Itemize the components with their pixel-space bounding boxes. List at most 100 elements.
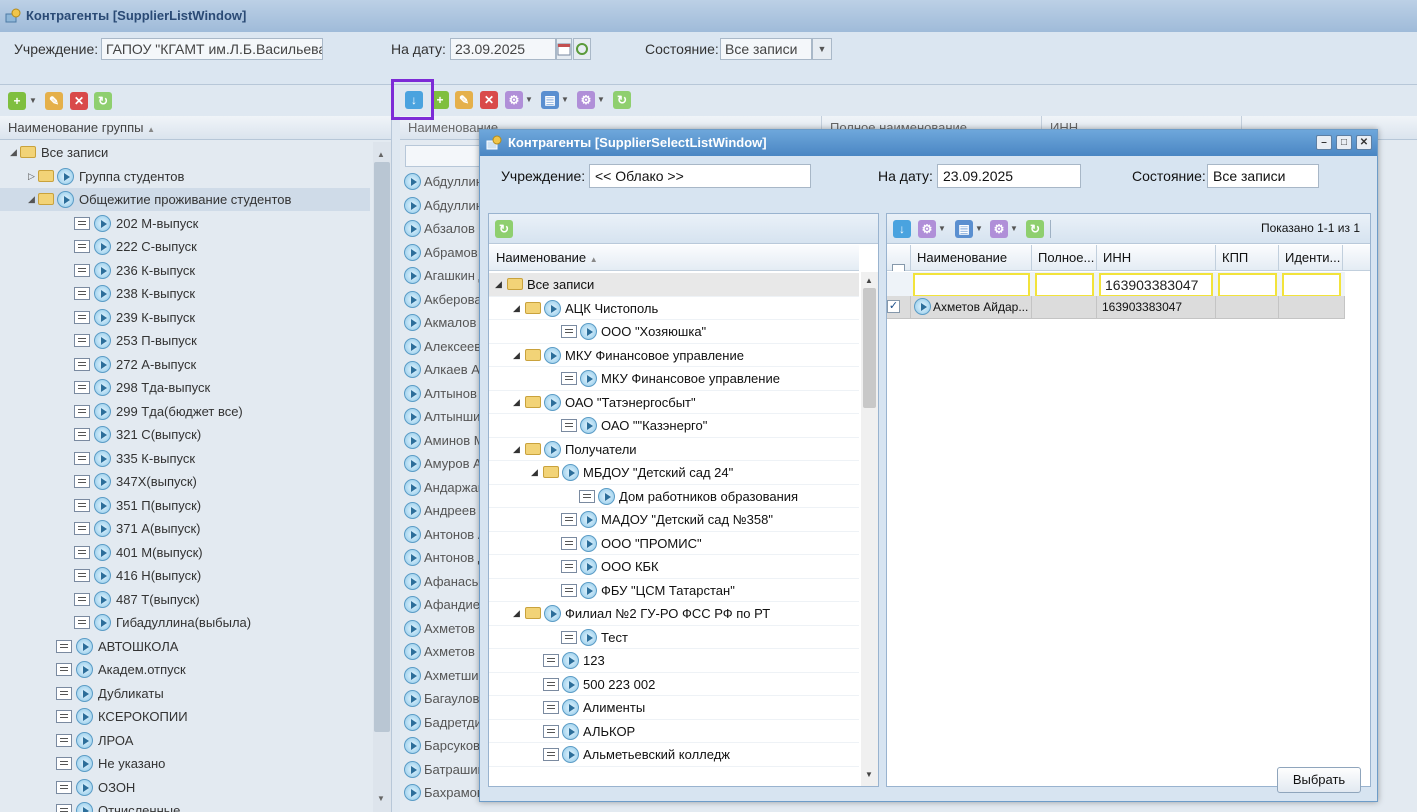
row-checkbox-checked-icon[interactable]: ✓ <box>887 300 900 313</box>
play-icon[interactable] <box>94 473 111 490</box>
play-icon[interactable] <box>544 440 561 458</box>
play-icon[interactable] <box>562 699 579 716</box>
tree-item[interactable]: 298 Тда-выпуск <box>0 376 370 399</box>
play-icon[interactable] <box>94 332 111 349</box>
collapse-arrow-icon[interactable]: ◢ <box>531 461 538 484</box>
tree-item[interactable]: Отчисленные <box>0 799 370 812</box>
dialog-actions-button[interactable]: ⚙ <box>918 220 936 238</box>
tree-item[interactable]: АЛЬКОР <box>489 720 859 743</box>
tree-item[interactable]: ◢ МКУ Финансовое управление <box>489 344 859 367</box>
tree-item[interactable]: 371 А(выпуск) <box>0 517 370 540</box>
play-icon[interactable] <box>404 361 421 378</box>
play-icon[interactable] <box>94 496 111 514</box>
play-icon[interactable] <box>562 722 579 740</box>
maximize-button[interactable]: □ <box>1336 135 1352 150</box>
dialog-tree-column-header[interactable]: Наименование ▲ <box>489 245 859 271</box>
play-icon[interactable] <box>404 243 421 261</box>
tree-item[interactable]: ◢ Общежитие проживание студентов <box>0 188 370 211</box>
play-icon[interactable] <box>404 502 421 519</box>
edit-supplier-button[interactable]: ✎ <box>455 91 473 109</box>
play-icon[interactable] <box>404 525 421 543</box>
tree-item[interactable]: 123 <box>489 649 859 673</box>
collapse-arrow-icon[interactable]: ◢ <box>513 438 520 461</box>
tree-item[interactable]: Алименты <box>489 696 859 720</box>
scroll-up-icon[interactable]: ▲ <box>377 150 385 159</box>
play-icon[interactable] <box>562 652 579 669</box>
tree-item[interactable]: 222 С-выпуск <box>0 235 370 258</box>
play-icon[interactable] <box>94 426 111 443</box>
tree-item[interactable]: ФБУ "ЦСМ Татарстан" <box>489 579 859 602</box>
tree-item[interactable]: ◢ МБДОУ "Детский сад 24" <box>489 461 859 485</box>
play-icon[interactable] <box>94 590 111 608</box>
fullname-filter-input[interactable] <box>1035 273 1094 297</box>
collapse-arrow-icon[interactable]: ◢ <box>513 344 520 367</box>
print-button[interactable]: ▤ <box>541 91 559 109</box>
collapse-arrow-icon[interactable]: ◢ <box>10 141 17 164</box>
tree-item[interactable]: 299 Тда(бюджет все) <box>0 400 370 423</box>
close-button[interactable]: ✕ <box>1356 135 1372 150</box>
play-icon[interactable] <box>404 173 421 190</box>
tree-item[interactable]: КСЕРОКОПИИ <box>0 705 370 728</box>
play-icon[interactable] <box>94 449 111 467</box>
play-icon[interactable] <box>404 220 421 237</box>
play-icon[interactable] <box>544 605 561 622</box>
calendar-button[interactable] <box>556 38 572 60</box>
tree-item[interactable]: Академ.отпуск <box>0 658 370 681</box>
delete-supplier-button[interactable]: ✕ <box>480 91 498 109</box>
group-column-header[interactable]: Наименование группы ▲ <box>0 116 391 140</box>
col-name-header[interactable]: Наименование <box>911 245 1032 271</box>
tree-item[interactable]: ОАО ""Казэнерго" <box>489 414 859 438</box>
tree-item[interactable]: 272 А-выпуск <box>0 353 370 376</box>
expand-arrow-icon[interactable]: ▷ <box>28 165 35 188</box>
tree-item[interactable]: ЛРОА <box>0 729 370 752</box>
play-icon[interactable] <box>562 746 579 763</box>
play-icon[interactable] <box>404 596 421 613</box>
play-icon[interactable] <box>580 370 597 387</box>
tree-item[interactable]: МАДОУ "Детский сад №358" <box>489 508 859 532</box>
play-icon[interactable] <box>404 549 421 566</box>
tree-item[interactable]: 239 К-выпуск <box>0 306 370 329</box>
play-icon[interactable] <box>94 614 111 631</box>
ident-filter-input[interactable] <box>1282 273 1341 297</box>
play-icon[interactable] <box>94 402 111 420</box>
group-tree-scrollbar[interactable]: ▲ ▼ <box>373 142 391 812</box>
dialog-grid-refresh-button[interactable]: ↻ <box>1026 220 1044 238</box>
play-icon[interactable] <box>94 355 111 373</box>
col-ident-header[interactable]: Иденти... <box>1279 245 1343 271</box>
tree-item[interactable]: АВТОШКОЛА <box>0 635 370 658</box>
play-icon[interactable] <box>580 323 597 340</box>
date-reset-button[interactable] <box>573 38 591 60</box>
collapse-arrow-icon[interactable]: ◢ <box>513 297 520 320</box>
play-icon[interactable] <box>404 337 421 355</box>
dialog-institution-field[interactable]: << Облако >> <box>589 164 811 188</box>
collapse-arrow-icon[interactable]: ◢ <box>28 188 35 211</box>
play-icon[interactable] <box>94 308 111 326</box>
play-icon[interactable] <box>94 261 111 279</box>
tree-item[interactable]: 347Х(выпуск) <box>0 470 370 493</box>
collapse-arrow-icon[interactable]: ◢ <box>495 273 502 296</box>
name-filter-input[interactable] <box>913 273 1030 297</box>
tree-item[interactable]: ООО "Хозяюшка" <box>489 320 859 344</box>
play-icon[interactable] <box>57 167 74 185</box>
tree-item[interactable]: Не указано <box>0 752 370 775</box>
play-icon[interactable] <box>404 196 421 214</box>
tree-item[interactable]: 487 Т(выпуск) <box>0 588 370 611</box>
tree-item[interactable]: ◢ Все записи <box>0 141 370 164</box>
play-icon[interactable] <box>544 346 561 364</box>
play-icon[interactable] <box>580 558 597 575</box>
state-select[interactable]: Все записи <box>720 38 812 60</box>
edit-group-button[interactable]: ✎ <box>45 92 63 110</box>
play-icon[interactable] <box>544 393 561 411</box>
actions-button[interactable]: ⚙ <box>505 91 523 109</box>
tree-item[interactable]: 335 К-выпуск <box>0 447 370 470</box>
tree-item[interactable]: Альметьевский колледж <box>489 743 859 767</box>
play-icon[interactable] <box>404 431 421 449</box>
delete-group-button[interactable]: ✕ <box>70 92 88 110</box>
tree-item[interactable]: Дубликаты <box>0 682 370 705</box>
play-icon[interactable] <box>94 285 111 302</box>
row-checkbox-cell[interactable]: ✓ <box>887 296 911 319</box>
add-group-button[interactable]: + <box>8 92 26 110</box>
play-icon[interactable] <box>94 520 111 537</box>
play-icon[interactable] <box>580 581 597 599</box>
dialog-print-dropdown-arrow-icon[interactable]: ▼ <box>975 224 983 233</box>
